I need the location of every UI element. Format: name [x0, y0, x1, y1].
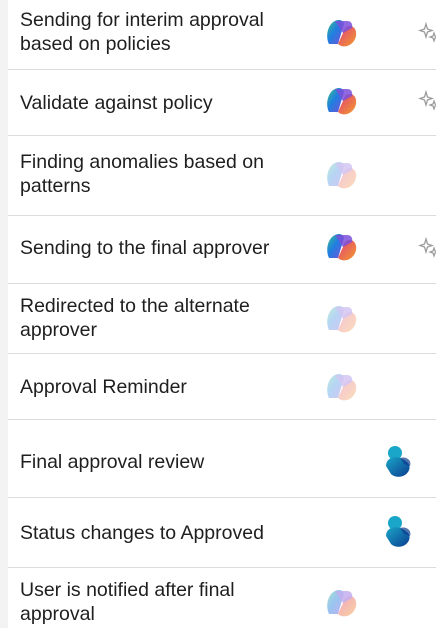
- copilot-icon: [327, 20, 357, 47]
- approval-steps-panel: Sending for interim approval based on po…: [8, 0, 436, 628]
- list-item[interactable]: User is notified after final approval: [8, 568, 436, 628]
- step-label: Sending to the final approver: [20, 237, 270, 259]
- copilot-icon: [327, 590, 357, 617]
- dynamics-icon: [386, 446, 411, 477]
- step-label: Sending for interim approval based on po…: [20, 9, 264, 55]
- dynamics-icon: [386, 516, 411, 547]
- copilot-icon: [327, 88, 357, 115]
- sparkle-icon: [418, 22, 436, 43]
- copilot-icon: [327, 374, 357, 401]
- step-label: User is notified after final approval: [20, 579, 235, 625]
- copilot-icon: [327, 234, 357, 261]
- step-label: Final approval review: [20, 451, 205, 473]
- list-item[interactable]: Final approval review: [8, 420, 436, 498]
- copilot-icon: [327, 162, 357, 189]
- list-item[interactable]: Sending to the final approver: [8, 216, 436, 284]
- list-item[interactable]: Redirected to the alternate approver: [8, 284, 436, 354]
- step-label: Validate against policy: [20, 92, 213, 114]
- step-label: Approval Reminder: [20, 376, 187, 398]
- list-item[interactable]: Finding anomalies based on patterns: [8, 136, 436, 216]
- list-item[interactable]: Validate against policy: [8, 70, 436, 136]
- step-label: Finding anomalies based on patterns: [20, 151, 264, 197]
- sparkle-icon: [418, 237, 436, 258]
- step-label: Status changes to Approved: [20, 522, 264, 544]
- list-item[interactable]: Approval Reminder: [8, 354, 436, 420]
- sparkle-icon: [418, 90, 436, 111]
- list-item[interactable]: Status changes to Approved: [8, 498, 436, 568]
- copilot-icon: [327, 306, 357, 333]
- list-item[interactable]: Sending for interim approval based on po…: [8, 0, 436, 70]
- step-label: Redirected to the alternate approver: [20, 295, 250, 341]
